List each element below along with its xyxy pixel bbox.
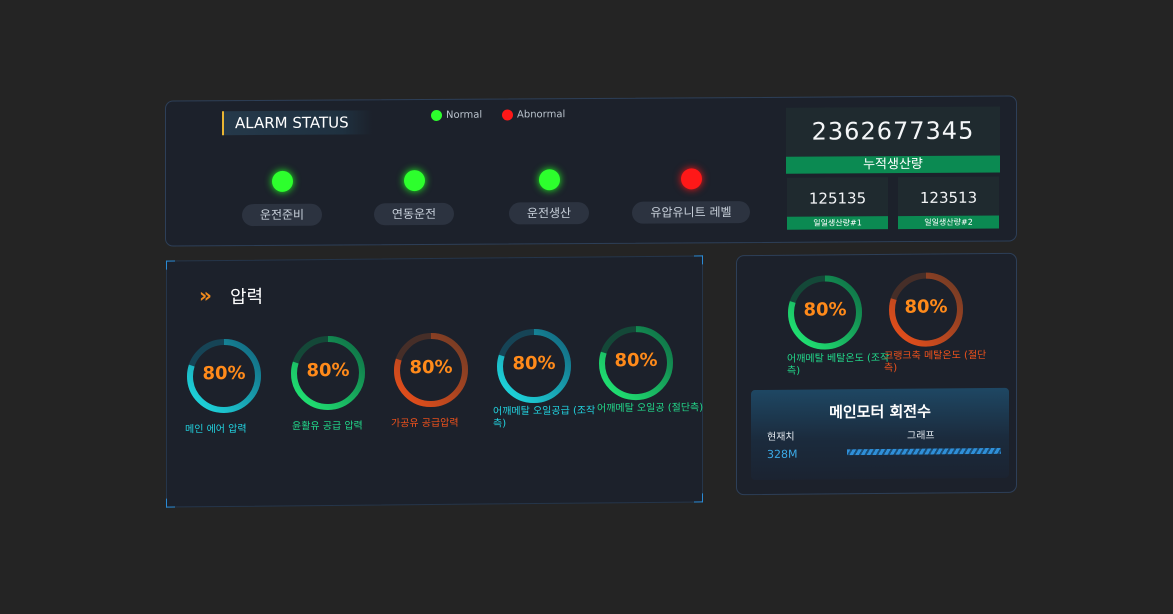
gauge-percent: 80% — [512, 352, 556, 375]
gauge-label: 메인 에어 압력 — [185, 423, 247, 436]
status-label: 운전준비 — [241, 203, 323, 227]
temperature-motor-panel: 80% 어깨메탈 베탈온도 (조작측) 80% 크랭크축 메탈온도 (절단측) 메인모… — [736, 252, 1017, 496]
status-light-icon — [403, 170, 425, 192]
gauge-percent: 80% — [409, 356, 453, 379]
gauge-label: 어깨메탈 베탈온도 (조작측) — [787, 352, 890, 377]
temperature-gauge: 80% — [785, 272, 865, 353]
legend-abnormal: Abnormal — [502, 109, 566, 121]
alarm-status-panel: ALARM STATUS Normal Abnormal 운전준비 연동운전 운… — [165, 95, 1017, 247]
temperature-gauge: 80% — [886, 269, 966, 350]
gauge-label: 크랭크축 메탈온도 (절단측) — [884, 350, 987, 374]
corner-bracket — [166, 498, 175, 508]
gauge-percent: 80% — [202, 362, 246, 385]
pressure-title: 압력 — [230, 286, 264, 308]
daily-production-label: 일일생산량#1 — [787, 216, 888, 230]
status-label: 유압유니트 레벨 — [632, 201, 750, 224]
status-light-icon — [680, 168, 702, 190]
daily-production-value: 123513 — [919, 188, 978, 207]
pressure-gauge-group: 80% 메인 에어 압력 80% 윤활유 공급 압력 80% 가공유 공급압력 80% 어깨메… — [167, 256, 703, 435]
total-production-label: 누적생산량 — [786, 155, 1000, 174]
total-production-value: 2362677345 — [811, 116, 975, 146]
gauge-percent: 80% — [614, 349, 658, 372]
status-item-hydraulic-level: 유압유니트 레벨 — [626, 168, 756, 224]
abnormal-dot-icon — [502, 109, 513, 121]
pressure-gauge: 80% — [596, 323, 676, 404]
corner-bracket — [694, 493, 703, 503]
alarm-status-title: ALARM STATUS — [222, 110, 372, 136]
daily-production-label: 일일생산량#2 — [898, 215, 999, 230]
gauge-label: 가공유 공급압력 — [391, 417, 459, 430]
gauge-label: 윤활유 공급 압력 — [292, 420, 363, 433]
graph-label: 그래프 — [907, 430, 935, 442]
status-light-icon — [271, 170, 293, 192]
gauge-label: 어깨메탈 오일공 (절단측) — [597, 402, 704, 415]
pressure-gauge: 80% — [184, 336, 264, 417]
status-light-icon — [538, 169, 560, 191]
main-motor-title: 메인모터 회전수 — [829, 402, 931, 422]
status-label: 연동운전 — [373, 202, 455, 226]
normal-dot-icon — [431, 109, 442, 121]
rpm-bar-fill — [847, 447, 1001, 456]
daily-production-2: 123513 일일생산량#2 — [898, 176, 999, 230]
corner-bracket — [166, 260, 175, 270]
legend-abnormal-label: Abnormal — [517, 109, 566, 121]
rpm-bar-track — [847, 447, 1001, 456]
gauge-percent: 80% — [904, 296, 948, 318]
gauge-percent: 80% — [803, 299, 847, 321]
legend-normal: Normal — [431, 110, 482, 121]
status-label: 운전생산 — [508, 202, 590, 225]
pressure-gauge: 80% — [494, 326, 574, 407]
status-item-operation-ready: 운전준비 — [227, 170, 337, 227]
current-value: 328M — [767, 447, 798, 461]
main-motor-rpm-box: 메인모터 회전수 현재치 그래프 328M — [751, 387, 1009, 481]
gauge-percent: 80% — [306, 359, 350, 382]
legend-normal-label: Normal — [446, 109, 483, 121]
total-production-box: 2362677345 누적생산량 — [786, 106, 1000, 174]
daily-production-1: 125135 일일생산량#1 — [787, 177, 888, 230]
current-value-label: 현재치 — [767, 431, 795, 443]
status-item-linked-operation: 연동운전 — [359, 170, 469, 226]
pressure-gauge: 80% — [288, 333, 368, 414]
chevron-right-icon: » — [199, 283, 212, 308]
temperature-gauge-group: 80% 어깨메탈 베탈온도 (조작측) 80% 크랭크축 메탈온도 (절단측) — [737, 254, 1016, 377]
status-item-production-run: 운전생산 — [494, 169, 604, 225]
pressure-panel: » 압력 80% 메인 에어 압력 80% 윤활유 공급 압력 80% 가공유 공급압력 8… — [166, 255, 703, 508]
pressure-gauge: 80% — [391, 330, 471, 411]
corner-bracket — [694, 255, 703, 265]
gauge-label: 어깨메탈 오일공급 (조작측) — [493, 405, 596, 430]
daily-production-value: 125135 — [808, 189, 867, 208]
